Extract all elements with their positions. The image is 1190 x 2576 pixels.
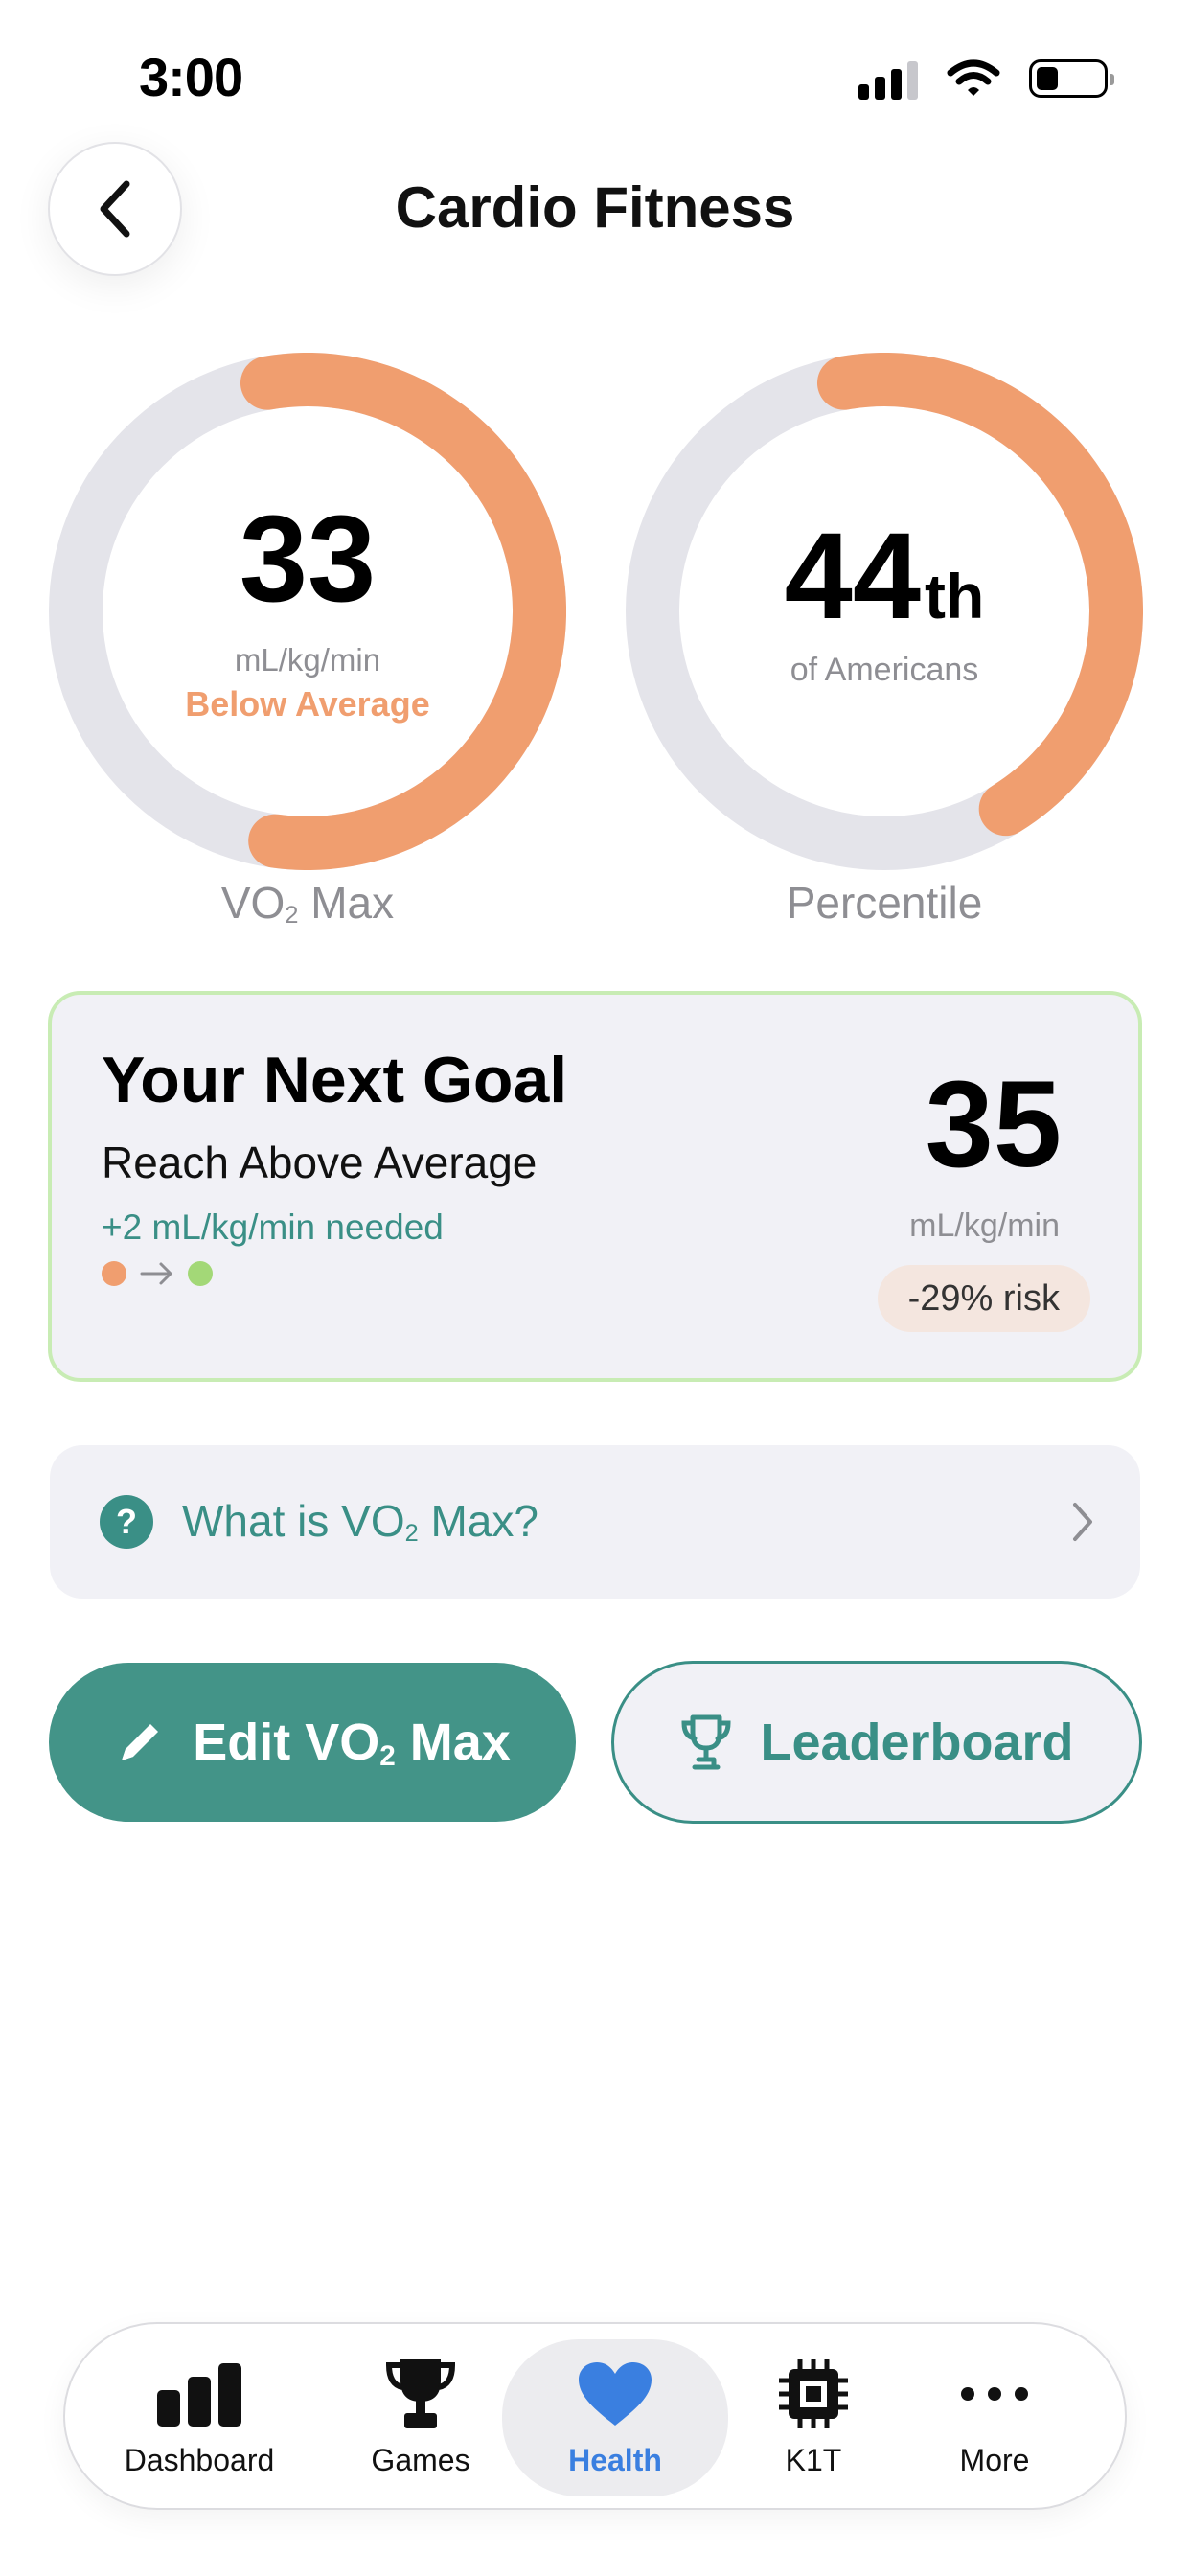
goal-progress-indicator — [102, 1261, 213, 1286]
pencil-icon — [122, 1724, 159, 1760]
edit-vo2-max-label: Edit VO2 Max — [193, 1713, 511, 1772]
vo2-max-unit: mL/kg/min — [234, 642, 381, 678]
wifi-icon — [947, 59, 1000, 96]
edit-vo2-max-button[interactable]: Edit VO2 Max — [49, 1663, 576, 1822]
tab-k1t-label: K1T — [785, 2442, 842, 2477]
chip-icon — [779, 2358, 848, 2428]
tab-more[interactable]: More — [927, 2339, 1062, 2496]
battery-icon — [1029, 59, 1114, 98]
goal-value: 35 — [925, 1056, 1062, 1193]
percentile-caption: Percentile — [786, 878, 983, 928]
page-title: Cardio Fitness — [395, 175, 795, 240]
leaderboard-button[interactable]: Leaderboard — [611, 1661, 1142, 1824]
chevron-right-icon — [1073, 1503, 1092, 1541]
goal-needed-text: +2 mL/kg/min needed — [102, 1208, 444, 1247]
vo2-max-caption: VO2 Max — [220, 878, 395, 930]
percentile-value: 44 — [784, 507, 922, 645]
what-is-vo2-max-row[interactable]: ? What is VO2 Max? — [50, 1445, 1140, 1598]
vo2-max-ring: 33 mL/kg/min Below Average — [49, 353, 566, 870]
goal-unit: mL/kg/min — [909, 1208, 1060, 1244]
trophy-outline-icon — [681, 1714, 731, 1770]
percentile-subtitle: of Americans — [790, 651, 979, 688]
risk-badge: -29% risk — [877, 1265, 1090, 1332]
percentile-ring: 44 th of Americans — [626, 353, 1143, 870]
status-icons — [858, 58, 1114, 100]
current-level-dot — [102, 1261, 126, 1286]
cellular-signal-icon — [858, 58, 918, 100]
arrow-right-icon — [140, 1262, 172, 1285]
tab-dashboard[interactable]: Dashboard — [103, 2339, 295, 2496]
question-circle-icon: ? — [100, 1495, 153, 1549]
target-level-dot — [188, 1261, 213, 1286]
tab-games-label: Games — [371, 2442, 470, 2477]
heart-icon — [579, 2361, 652, 2426]
bar-chart-icon — [157, 2362, 241, 2426]
tab-bar: Dashboard Games Health K1T More — [63, 2322, 1127, 2510]
tab-dashboard-label: Dashboard — [124, 2442, 275, 2477]
more-icon — [961, 2386, 1028, 2401]
vo2-max-value: 33 — [239, 491, 377, 628]
vo2-max-rating: Below Average — [185, 684, 430, 724]
tab-health[interactable]: Health — [502, 2339, 728, 2496]
goal-title: Your Next Goal — [102, 1044, 568, 1116]
status-time: 3:00 — [139, 47, 243, 107]
tab-games[interactable]: Games — [349, 2339, 492, 2496]
tab-k1t[interactable]: K1T — [751, 2339, 876, 2496]
trophy-icon — [385, 2358, 456, 2428]
next-goal-card: Your Next Goal Reach Above Average +2 mL… — [48, 991, 1142, 1382]
tab-health-label: Health — [568, 2442, 662, 2477]
goal-subtitle: Reach Above Average — [102, 1138, 538, 1187]
what-is-vo2-max-label: What is VO2 Max? — [182, 1496, 538, 1548]
tab-more-label: More — [959, 2442, 1030, 2477]
percentile-suffix: th — [925, 560, 985, 632]
leaderboard-label: Leaderboard — [760, 1714, 1074, 1771]
